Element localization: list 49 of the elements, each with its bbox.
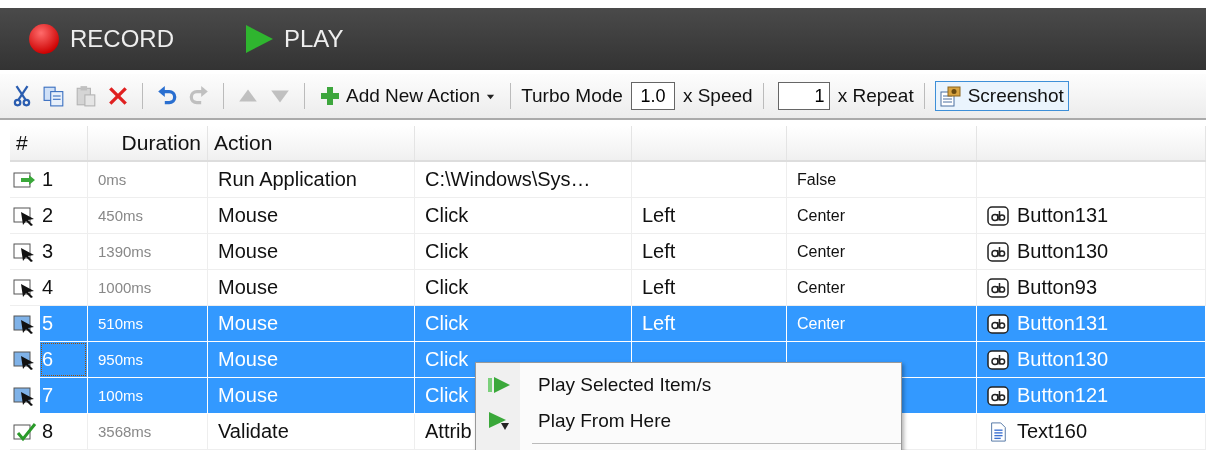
duration-cell: 1390ms bbox=[98, 243, 152, 260]
element-name: Button121 bbox=[1017, 384, 1109, 407]
element-name: Text160 bbox=[1017, 420, 1088, 443]
action-cell: Mouse bbox=[218, 384, 279, 407]
action-cell: Mouse bbox=[218, 348, 279, 371]
duration-cell: 510ms bbox=[98, 315, 144, 332]
table-cell: Click bbox=[425, 384, 469, 407]
action-cell: Mouse bbox=[218, 240, 279, 263]
action-cell: Mouse bbox=[218, 312, 279, 335]
table-cell: Left bbox=[642, 204, 676, 227]
duration-cell: 100ms bbox=[98, 387, 144, 404]
duration-cell: 950ms bbox=[98, 351, 144, 368]
action-cell: Mouse bbox=[218, 276, 279, 299]
table-cell: C:\Windows\Sys… bbox=[425, 168, 591, 191]
table-cell: Attrib bbox=[425, 420, 472, 443]
table-cell: Left bbox=[642, 312, 676, 335]
table-cell: False bbox=[797, 170, 837, 189]
element-name: Button130 bbox=[1017, 240, 1109, 263]
row-number: 3 bbox=[41, 239, 55, 264]
table-cell: Click bbox=[425, 204, 469, 227]
element-name: Button93 bbox=[1017, 276, 1098, 299]
duration-cell: 450ms bbox=[98, 207, 144, 224]
table-cell: Left bbox=[642, 240, 676, 263]
duration-cell: 1000ms bbox=[98, 279, 152, 296]
row-number: 6 bbox=[40, 342, 87, 377]
duration-cell: 0ms bbox=[98, 171, 127, 188]
element-name: Button131 bbox=[1017, 204, 1109, 227]
table-cell: Left bbox=[642, 276, 676, 299]
row-number: 4 bbox=[41, 275, 55, 300]
table-cell: Click bbox=[425, 348, 469, 371]
repeat-label: x Repeat bbox=[837, 85, 914, 107]
turbo-mode-label: Turbo Mode bbox=[521, 85, 623, 107]
table-cell: Click bbox=[425, 276, 469, 299]
table-cell: Center bbox=[797, 242, 846, 261]
row-number: 8 bbox=[41, 419, 55, 444]
table-cell: Center bbox=[797, 278, 846, 297]
speed-label: x Speed bbox=[682, 85, 753, 107]
row-number: 1 bbox=[41, 167, 55, 192]
table-cell: Center bbox=[797, 206, 846, 225]
action-cell: Mouse bbox=[218, 204, 279, 227]
action-cell: Validate bbox=[218, 420, 289, 443]
table-cell: Click bbox=[425, 312, 469, 335]
row-number: 2 bbox=[41, 203, 55, 228]
element-name: Button130 bbox=[1017, 348, 1109, 371]
table-cell: Center bbox=[797, 314, 846, 333]
element-name: Button131 bbox=[1017, 312, 1109, 335]
duration-cell: 3568ms bbox=[98, 423, 152, 440]
table-cell: Click bbox=[425, 240, 469, 263]
action-cell: Run Application bbox=[218, 168, 357, 191]
